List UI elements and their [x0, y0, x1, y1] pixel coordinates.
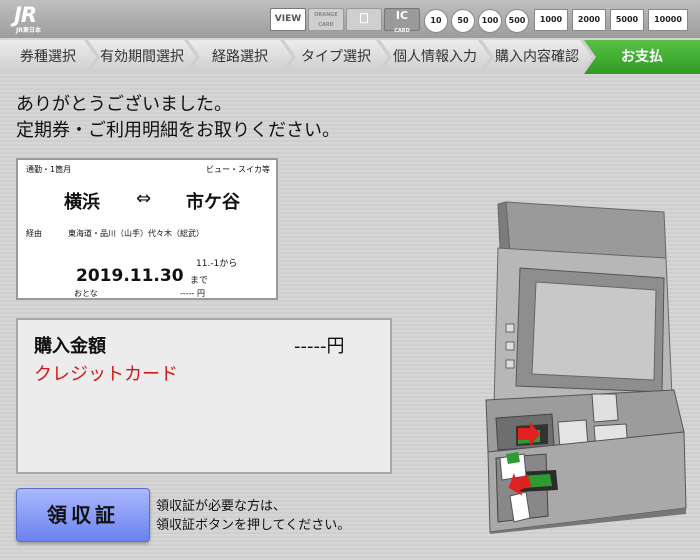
- jr-logo: JR JR東日本: [14, 3, 41, 34]
- coin-50-icon: 50: [451, 9, 475, 33]
- ticket-end-date: 2019.11.30: [76, 266, 184, 286]
- progress-steps: 券種選択 有効期間選択 経路選択 タイプ選択 個人情報入力 購入内容確認 お支払: [0, 40, 700, 74]
- ticket-arrow: ⇔: [136, 188, 152, 209]
- ic-card-icon: IC CARD: [384, 8, 420, 34]
- ticket-from: 横浜: [64, 192, 100, 213]
- instruction-text: ありがとうございました。 定期券・ご利用明細をお取りください。: [16, 94, 340, 141]
- coin-500-icon: 500: [505, 9, 529, 33]
- bill-2000-icon: 2000: [572, 9, 606, 31]
- purchase-amount-value: -----円: [294, 336, 345, 357]
- ticket-until: まで: [190, 276, 209, 286]
- step-route: 経路選択: [188, 40, 292, 74]
- ticket-start: 11.-1から: [196, 259, 238, 269]
- io-card-icon: ⎕: [346, 8, 382, 31]
- commuter-pass-preview: 通勤・1箇月 ビュー・スイカ等 横浜 ⇔ 市ケ谷 経由 東海道・品川（山手）代々…: [16, 158, 278, 300]
- step-type: タイプ選択: [284, 40, 388, 74]
- ticket-type: 通勤・1箇月: [26, 165, 72, 174]
- ticket-machine-illustration: [485, 201, 687, 534]
- ticket-route: 東海道・品川（山手）代々木（総武）: [68, 229, 204, 238]
- step-personal-info: 個人情報入力: [380, 40, 490, 74]
- ticket-price: ----- 円: [180, 289, 205, 298]
- bill-10000-icon: 10000: [648, 9, 688, 31]
- purchase-amount-label: 購入金額: [34, 336, 106, 357]
- payment-method: クレジットカード: [34, 364, 178, 385]
- step-payment: お支払: [584, 40, 700, 74]
- purchase-panel: 購入金額 -----円 クレジットカード: [16, 318, 392, 474]
- ticket-route-label: 経由: [26, 229, 42, 238]
- step-confirm: 購入内容確認: [482, 40, 592, 74]
- coin-100-icon: 100: [478, 9, 502, 33]
- step-ticket-type: 券種選択: [0, 40, 96, 74]
- top-bar: JR JR東日本 VIEW ORANGE CARD ⎕ IC CARD 10 50…: [0, 0, 700, 38]
- orange-card-icon: ORANGE CARD: [308, 8, 344, 31]
- step-validity: 有効期間選択: [88, 40, 196, 74]
- ticket-to: 市ケ谷: [186, 192, 240, 213]
- ticket-brand: ビュー・スイカ等: [206, 165, 270, 174]
- bill-1000-icon: 1000: [534, 9, 568, 31]
- receipt-note: 領収証が必要な方は、 領収証ボタンを押してください。: [156, 499, 351, 533]
- view-card-icon: VIEW: [270, 8, 306, 31]
- receipt-button[interactable]: 領収証: [16, 488, 150, 542]
- coin-10-icon: 10: [424, 9, 448, 33]
- ticket-passenger: おとな: [74, 289, 98, 298]
- bill-5000-icon: 5000: [610, 9, 644, 31]
